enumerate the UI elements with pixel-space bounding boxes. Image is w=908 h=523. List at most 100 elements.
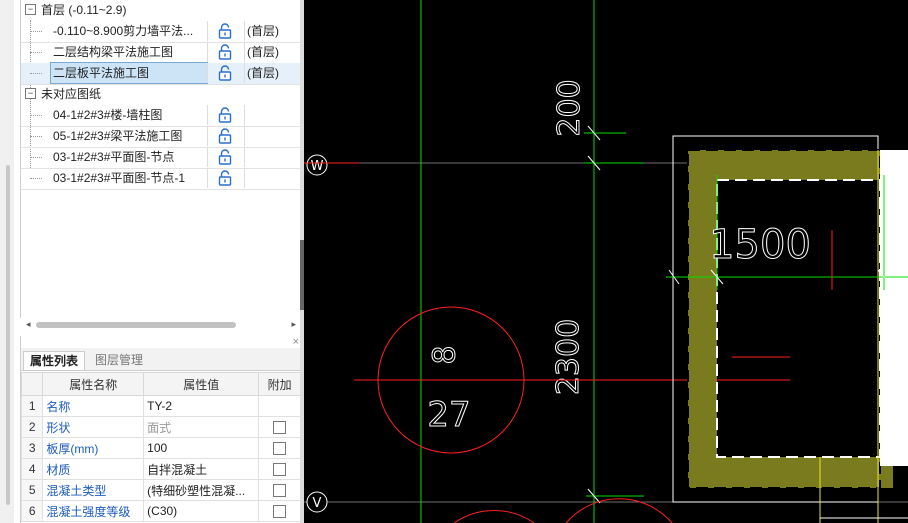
row-number: 5 <box>20 479 44 501</box>
tree-item[interactable]: 04-1#2#3#楼-墙柱图 <box>21 105 303 127</box>
extra-checkbox-cell <box>258 416 301 438</box>
table-row[interactable]: 1 名称 TY-2 <box>20 395 301 417</box>
tree-branch <box>30 73 42 74</box>
tree-branch <box>30 157 42 158</box>
tree-group-label: 首层 (-0.11~2.9) <box>41 3 127 17</box>
table-row[interactable]: 4 材质 自拌混凝土 <box>20 458 301 480</box>
collapse-toggle[interactable]: − <box>25 88 36 99</box>
drawing-name: -0.110~8.900剪力墙平法... <box>53 24 194 38</box>
floor-label: (首层) <box>247 45 279 59</box>
lock-icon[interactable] <box>207 21 245 41</box>
collapse-toggle[interactable]: − <box>25 4 36 15</box>
callout-number-27: 27 <box>427 395 470 435</box>
drawing-tree: − 首层 (-0.11~2.9) -0.110~8.900剪力墙平法... (首… <box>20 0 304 318</box>
left-panel: − 首层 (-0.11~2.9) -0.110~8.900剪力墙平法... (首… <box>0 0 304 523</box>
extra-checkbox[interactable] <box>273 484 287 498</box>
tab-property-list[interactable]: 属性列表 <box>23 351 86 370</box>
axis-label-w: W <box>311 159 324 174</box>
property-value[interactable]: 面式 <box>143 416 260 438</box>
dimension-2300: 2300 <box>551 319 586 395</box>
property-value[interactable]: 100 <box>143 437 260 459</box>
tree-branch <box>30 178 42 179</box>
tree-item[interactable]: 03-1#2#3#平面图-节点-1 <box>21 168 303 190</box>
scrollbar-thumb[interactable] <box>36 322 236 328</box>
property-value[interactable]: TY-2 <box>143 395 260 417</box>
extra-checkbox[interactable] <box>273 442 287 456</box>
drawing-name: 二层结构梁平法施工图 <box>53 45 174 59</box>
tree-item[interactable]: -0.110~8.900剪力墙平法... (首层) <box>21 21 303 43</box>
floor-label: (首层) <box>247 24 279 38</box>
row-number: 4 <box>20 458 44 480</box>
property-name: 材质 <box>42 458 145 480</box>
column-header-value: 属性值 <box>143 372 260 396</box>
property-name: 混凝土类型 <box>42 479 145 501</box>
lock-icon[interactable] <box>207 147 245 167</box>
column-header-name: 属性名称 <box>42 372 145 396</box>
tree-item[interactable]: 二层结构梁平法施工图 (首层) <box>21 42 303 64</box>
property-value[interactable]: 自拌混凝土 <box>143 458 260 480</box>
close-icon[interactable]: × <box>293 336 299 348</box>
row-number: 2 <box>20 416 44 438</box>
column-header-index <box>20 372 44 396</box>
red-arc <box>453 510 535 523</box>
extra-checkbox[interactable] <box>273 421 287 435</box>
axis-label-v: V <box>313 496 322 511</box>
drawing-name: 03-1#2#3#平面图-节点-1 <box>53 171 186 185</box>
property-value[interactable]: (C30) <box>143 500 260 522</box>
lock-icon[interactable] <box>207 126 245 146</box>
column-header-extra: 附加 <box>258 372 301 396</box>
props-tab-bar: 属性列表 图层管理 <box>21 348 303 371</box>
property-name: 形状 <box>42 416 145 438</box>
tree-group-unmatched[interactable]: − 未对应图纸 <box>21 84 303 105</box>
tree-branch <box>30 136 42 137</box>
tree-branch <box>30 52 42 53</box>
drawing-name: 二层板平法施工图 <box>50 62 208 84</box>
tree-item[interactable]: 03-1#2#3#平面图-节点 <box>21 147 303 169</box>
table-row[interactable]: 5 混凝土类型 (特细砂塑性混凝... <box>20 479 301 501</box>
drawing-name: 05-1#2#3#梁平法施工图 <box>53 129 183 143</box>
table-row[interactable]: 6 混凝土强度等级 (C30) <box>20 500 301 522</box>
extra-checkbox-cell <box>258 458 301 480</box>
extra-checkbox-cell <box>258 500 301 522</box>
cad-canvas[interactable]: W V 200 2300 8 27 1500 <box>304 0 908 523</box>
extra-checkbox[interactable] <box>273 505 287 519</box>
extra-checkbox[interactable] <box>273 463 287 477</box>
table-row[interactable]: 3 板厚(mm) 100 <box>20 437 301 459</box>
properties-panel: × 属性列表 图层管理 属性名称 属性值 附加 1 名称 TY-2 2 形状 面… <box>20 336 304 523</box>
tab-layer-management[interactable]: 图层管理 <box>89 351 149 369</box>
lock-icon[interactable] <box>207 168 245 188</box>
extra-cell <box>258 395 301 417</box>
scroll-right-arrow-icon[interactable]: ▸ <box>291 319 296 330</box>
row-number: 1 <box>20 395 44 417</box>
left-vertical-scrollbar[interactable] <box>0 0 14 523</box>
lock-icon[interactable] <box>207 105 245 125</box>
row-number: 6 <box>20 500 44 522</box>
wall-hatch <box>688 150 893 488</box>
tree-group-first-floor[interactable]: − 首层 (-0.11~2.9) <box>21 0 303 21</box>
lock-icon[interactable] <box>207 63 245 83</box>
property-name: 名称 <box>42 395 145 417</box>
cad-drawing: W V 200 2300 8 27 1500 <box>304 0 908 523</box>
extra-checkbox-cell <box>258 437 301 459</box>
table-row[interactable]: 2 形状 面式 <box>20 416 301 438</box>
dimension-200: 200 <box>552 79 587 136</box>
properties-table: 属性名称 属性值 附加 1 名称 TY-2 2 形状 面式 3 板厚(mm) 1… <box>20 372 301 522</box>
property-name: 混凝土强度等级 <box>42 500 145 522</box>
extra-checkbox-cell <box>258 479 301 501</box>
tree-item-selected[interactable]: 二层板平法施工图 (首层) <box>21 62 303 85</box>
property-name: 板厚(mm) <box>42 437 145 459</box>
scroll-left-arrow-icon[interactable]: ◂ <box>26 319 31 330</box>
property-value[interactable]: (特细砂塑性混凝... <box>143 479 260 501</box>
tree-branch <box>30 115 42 116</box>
floor-label: (首层) <box>247 66 279 80</box>
callout-number-8: 8 <box>428 345 463 364</box>
lock-icon[interactable] <box>207 42 245 62</box>
scrollbar-thumb[interactable] <box>6 165 10 505</box>
drawing-name: 03-1#2#3#平面图-节点 <box>53 150 175 164</box>
tree-item[interactable]: 05-1#2#3#梁平法施工图 <box>21 126 303 148</box>
tree-horizontal-scrollbar[interactable]: ◂ ▸ <box>22 318 300 332</box>
table-header-row: 属性名称 属性值 附加 <box>20 372 301 396</box>
row-number: 3 <box>20 437 44 459</box>
drawing-name: 04-1#2#3#楼-墙柱图 <box>53 108 163 122</box>
tree-branch <box>30 31 42 32</box>
